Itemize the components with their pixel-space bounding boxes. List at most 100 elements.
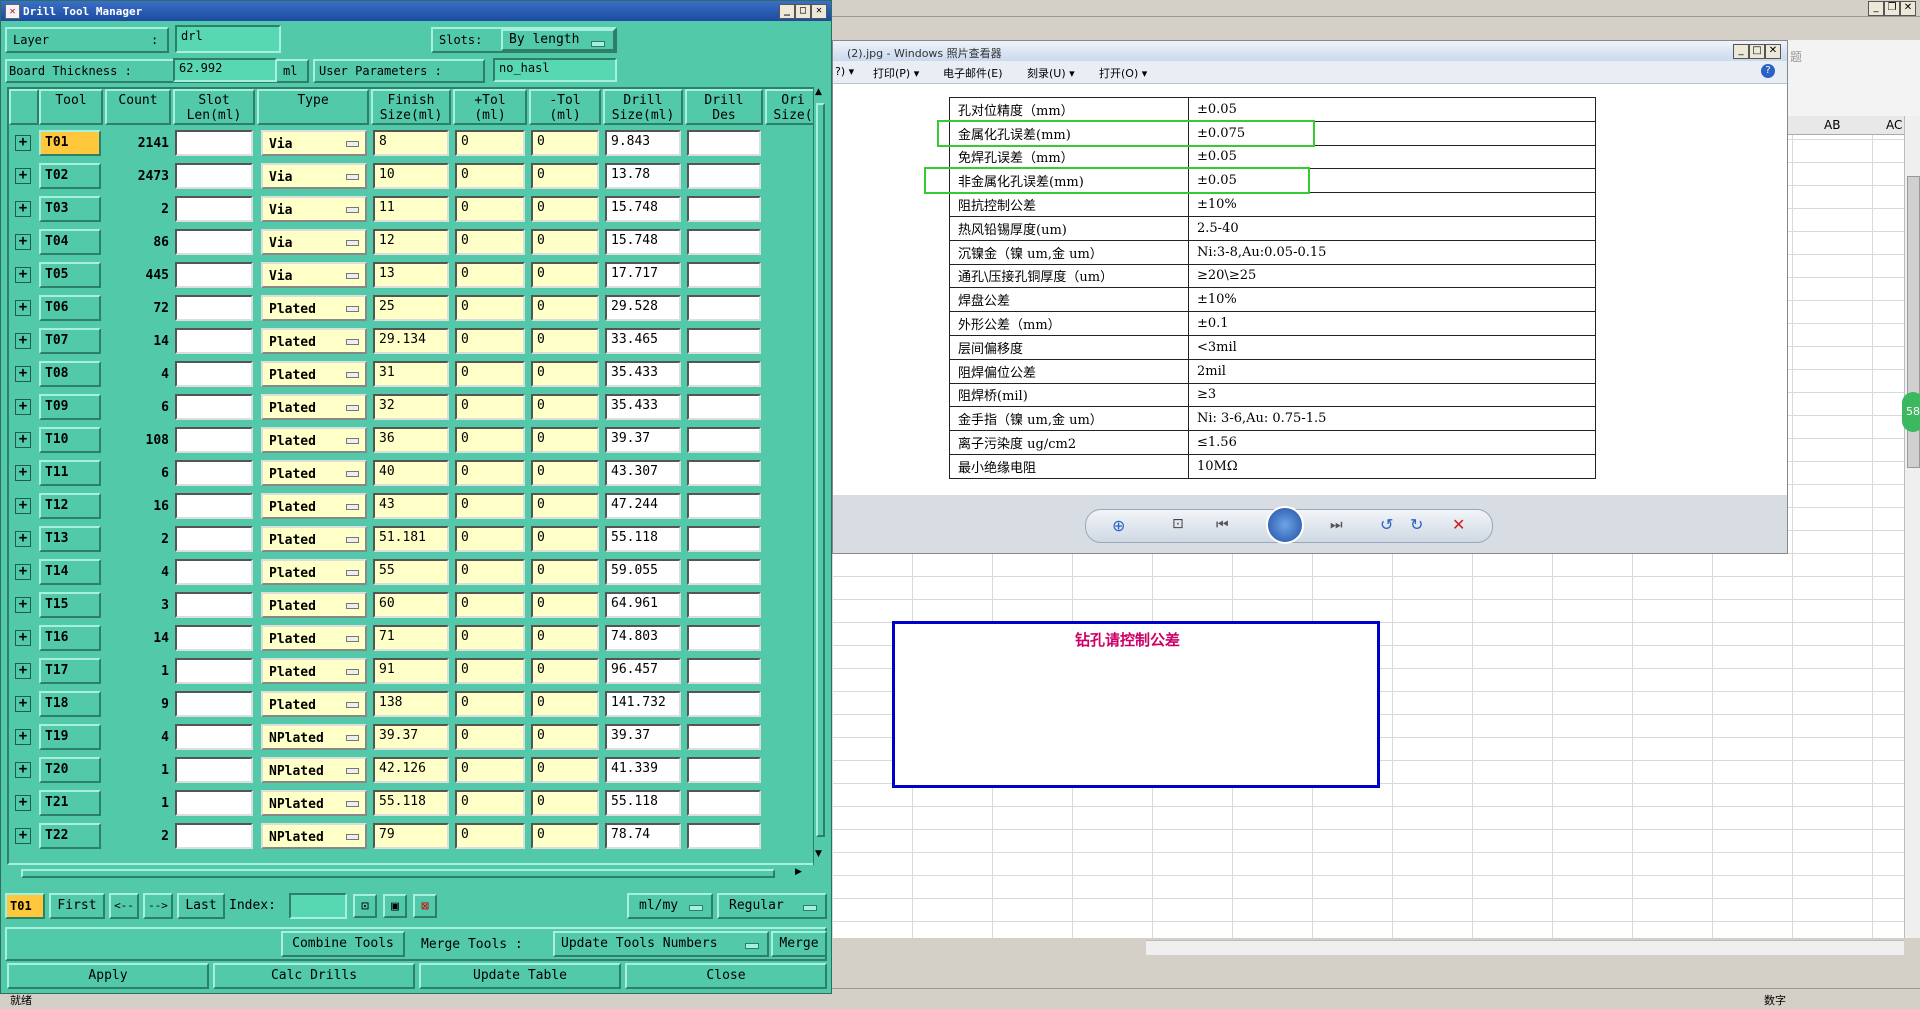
fit-icon[interactable]: ⊡	[1172, 516, 1184, 532]
excel-badge[interactable]: 58	[1902, 392, 1920, 432]
next-button[interactable]: -->	[143, 893, 173, 919]
drill-size-field[interactable]: 15.748	[605, 196, 681, 222]
last-button[interactable]: Last	[177, 893, 225, 919]
slot-len-field[interactable]	[175, 493, 253, 519]
minus-tol-field[interactable]: 0	[531, 691, 599, 717]
expand-icon[interactable]: +	[15, 696, 31, 712]
slot-len-field[interactable]	[175, 427, 253, 453]
finish-size-field[interactable]: 40	[373, 460, 449, 486]
slot-len-field[interactable]	[175, 559, 253, 585]
minus-tol-field[interactable]: 0	[531, 823, 599, 849]
type-dropdown[interactable]: Plated	[261, 328, 367, 354]
drill-des-field[interactable]	[687, 691, 761, 717]
type-dropdown[interactable]: NPlated	[261, 790, 367, 816]
slot-len-field[interactable]	[175, 658, 253, 684]
expand-icon[interactable]: +	[15, 795, 31, 811]
slot-len-field[interactable]	[175, 823, 253, 849]
minus-tol-field[interactable]: 0	[531, 229, 599, 255]
table-row[interactable]: + T11 6 Plated 40 0 0 43.307	[9, 457, 817, 490]
help-icon[interactable]: ?	[1761, 64, 1775, 78]
excel-horizontal-scrollbar[interactable]	[1146, 940, 1904, 955]
tool-cell[interactable]: T05	[39, 262, 101, 288]
update-table-button[interactable]: Update Table	[419, 963, 621, 989]
finish-size-field[interactable]: 31	[373, 361, 449, 387]
expand-icon[interactable]: +	[15, 267, 31, 283]
drill-des-field[interactable]	[687, 592, 761, 618]
minus-tol-field[interactable]: 0	[531, 130, 599, 156]
type-dropdown[interactable]: Plated	[261, 427, 367, 453]
finish-size-field[interactable]: 138	[373, 691, 449, 717]
table-row[interactable]: + T01 2141 Via 8 0 0 9.843	[9, 127, 817, 160]
type-dropdown[interactable]: Via	[261, 130, 367, 156]
drill-des-field[interactable]	[687, 658, 761, 684]
type-dropdown[interactable]: Via	[261, 262, 367, 288]
column-header[interactable]: Drill Des	[685, 89, 763, 125]
plus-tol-field[interactable]: 0	[455, 229, 525, 255]
minus-tol-field[interactable]: 0	[531, 361, 599, 387]
plus-tol-field[interactable]: 0	[455, 592, 525, 618]
finish-size-field[interactable]: 25	[373, 295, 449, 321]
drill-size-field[interactable]: 64.961	[605, 592, 681, 618]
drill-des-field[interactable]	[687, 559, 761, 585]
table-row[interactable]: + T04 86 Via 12 0 0 15.748	[9, 226, 817, 259]
tool-cell[interactable]: T20	[39, 757, 101, 783]
minus-tol-field[interactable]: 0	[531, 295, 599, 321]
column-ac-header[interactable]: AC	[1886, 118, 1902, 132]
photo-viewer-window[interactable]: (2).jpg - Windows 照片查看器 _ □ ✕ ?) ▾ 打印(P)…	[832, 40, 1788, 554]
minus-tol-field[interactable]: 0	[531, 163, 599, 189]
mode-dropdown[interactable]: Regular	[717, 893, 827, 919]
expand-icon[interactable]: +	[15, 762, 31, 778]
drill-des-field[interactable]	[687, 130, 761, 156]
menu-help[interactable]: ?) ▾	[835, 65, 854, 78]
grid-vertical-scrollbar[interactable]: ▲ ▼	[813, 87, 828, 865]
drill-des-field[interactable]	[687, 757, 761, 783]
column-header[interactable]: Finish Size(ml)	[371, 89, 451, 125]
finish-size-field[interactable]: 36	[373, 427, 449, 453]
drill-des-field[interactable]	[687, 724, 761, 750]
slideshow-icon[interactable]	[1266, 506, 1304, 544]
menu-burn[interactable]: 刻录(U) ▾	[1027, 65, 1075, 81]
tool-cell[interactable]: T19	[39, 724, 101, 750]
slot-len-field[interactable]	[175, 163, 253, 189]
table-row[interactable]: + T12 16 Plated 43 0 0 47.244	[9, 490, 817, 523]
layer-field[interactable]: drl	[175, 25, 281, 53]
table-row[interactable]: + T06 72 Plated 25 0 0 29.528	[9, 292, 817, 325]
expand-icon[interactable]: +	[15, 597, 31, 613]
expand-icon[interactable]: +	[15, 366, 31, 382]
expand-icon[interactable]: +	[15, 201, 31, 217]
finish-size-field[interactable]: 51.181	[373, 526, 449, 552]
expand-icon[interactable]: +	[15, 399, 31, 415]
column-ab-header[interactable]: AB	[1824, 118, 1840, 132]
previous-icon[interactable]: ⏮	[1216, 517, 1229, 533]
type-dropdown[interactable]: Via	[261, 196, 367, 222]
drill-size-field[interactable]: 78.74	[605, 823, 681, 849]
drill-size-field[interactable]: 43.307	[605, 460, 681, 486]
drill-size-field[interactable]: 96.457	[605, 658, 681, 684]
plus-tol-field[interactable]: 0	[455, 328, 525, 354]
photo-viewer-titlebar[interactable]: (2).jpg - Windows 照片查看器 _ □ ✕	[833, 41, 1787, 61]
type-dropdown[interactable]: Plated	[261, 559, 367, 585]
plus-tol-field[interactable]: 0	[455, 790, 525, 816]
minus-tol-field[interactable]: 0	[531, 724, 599, 750]
tool-cell[interactable]: T14	[39, 559, 101, 585]
drill-size-field[interactable]: 39.37	[605, 427, 681, 453]
column-header[interactable]: Ori Size(	[765, 89, 817, 125]
drill-des-field[interactable]	[687, 526, 761, 552]
grid-scroll-up[interactable]: ▲	[815, 87, 822, 97]
minus-tol-field[interactable]: 0	[531, 757, 599, 783]
table-row[interactable]: + T21 1 NPlated 55.118 0 0 55.118	[9, 787, 817, 820]
minus-tol-field[interactable]: 0	[531, 196, 599, 222]
next-icon[interactable]: ⏭	[1330, 517, 1343, 533]
type-dropdown[interactable]: Plated	[261, 394, 367, 420]
slot-len-field[interactable]	[175, 262, 253, 288]
type-dropdown[interactable]: Plated	[261, 526, 367, 552]
column-header[interactable]: Slot Len(ml)	[173, 89, 255, 125]
tool-cell[interactable]: T15	[39, 592, 101, 618]
table-row[interactable]: + T03 2 Via 11 0 0 15.748	[9, 193, 817, 226]
minus-tol-field[interactable]: 0	[531, 493, 599, 519]
column-header[interactable]: Drill Size(ml)	[603, 89, 683, 125]
type-dropdown[interactable]: NPlated	[261, 823, 367, 849]
index-field[interactable]	[289, 893, 347, 919]
plus-tol-field[interactable]: 0	[455, 295, 525, 321]
table-row[interactable]: + T16 14 Plated 71 0 0 74.803	[9, 622, 817, 655]
